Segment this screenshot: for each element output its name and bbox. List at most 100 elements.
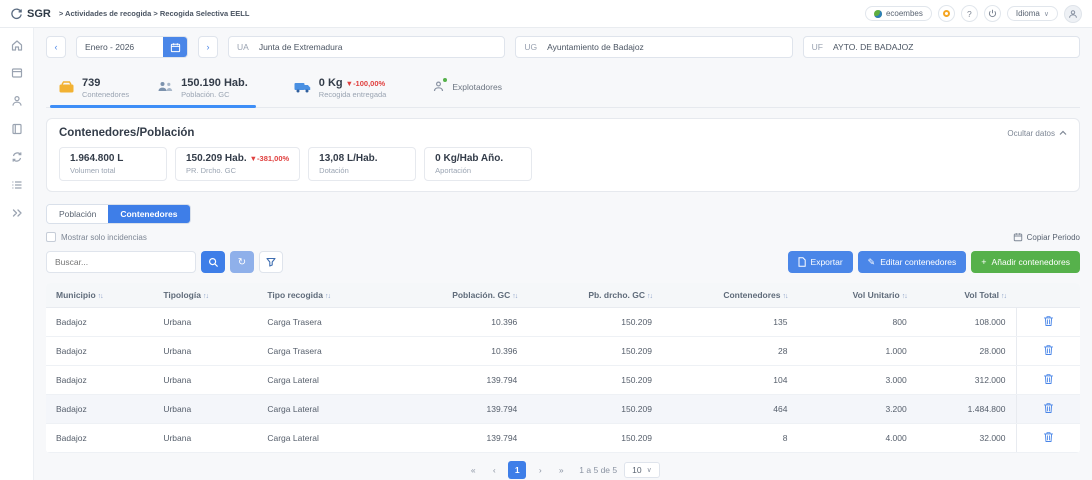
copy-period-button[interactable]: Copiar Periodo bbox=[1013, 232, 1080, 242]
page-1-button[interactable]: 1 bbox=[508, 461, 526, 479]
refresh-button[interactable]: ↻ bbox=[230, 251, 254, 273]
column-header[interactable]: Pb. drcho. GC↑↓ bbox=[527, 283, 662, 308]
next-page-button[interactable]: › bbox=[533, 462, 547, 478]
logout-button[interactable] bbox=[984, 5, 1001, 22]
pencil-icon: ✎ bbox=[868, 257, 876, 268]
sync-icon bbox=[10, 150, 24, 164]
prev-page-button[interactable]: ‹ bbox=[487, 462, 501, 478]
app-logo[interactable]: SGR bbox=[10, 7, 51, 20]
filter-button[interactable] bbox=[259, 251, 283, 273]
cell-municipio: Badajoz bbox=[46, 424, 153, 453]
language-selector[interactable]: Idioma ∨ bbox=[1007, 6, 1058, 21]
last-page-button[interactable]: » bbox=[554, 462, 568, 478]
cell-contenedores: 104 bbox=[662, 366, 797, 395]
tab-contenedores[interactable]: Contenedores bbox=[108, 205, 189, 223]
column-header[interactable]: Vol Total↑↓ bbox=[917, 283, 1016, 308]
search-button[interactable] bbox=[201, 251, 225, 273]
ug-field[interactable]: UG Ayuntamiento de Badajoz bbox=[515, 36, 792, 58]
row-actions-cell bbox=[1016, 337, 1080, 366]
hide-data-button[interactable]: Ocultar datos bbox=[1007, 129, 1067, 138]
column-header[interactable]: Tipo recogida↑↓ bbox=[257, 283, 390, 308]
calendar-button[interactable] bbox=[163, 36, 187, 58]
cell-vol-total: 32.000 bbox=[917, 424, 1016, 453]
trash-icon bbox=[1043, 344, 1054, 356]
sidebar-item-inventory[interactable] bbox=[10, 66, 24, 80]
container-icon bbox=[58, 80, 75, 94]
delete-row-button[interactable] bbox=[1043, 344, 1054, 356]
edit-containers-button[interactable]: ✎ Editar contenedores bbox=[858, 251, 967, 273]
sort-icon[interactable]: ↑↓ bbox=[325, 293, 330, 300]
sort-icon[interactable]: ↑↓ bbox=[512, 293, 517, 300]
options-row: Mostrar solo incidencias Copiar Periodo bbox=[46, 232, 1080, 242]
sort-icon[interactable]: ↑↓ bbox=[902, 293, 907, 300]
containers-label: Contenedores bbox=[82, 90, 129, 99]
sidebar-item-list[interactable] bbox=[10, 178, 24, 192]
sgr-logo-icon bbox=[10, 7, 23, 20]
app-logo-text: SGR bbox=[27, 8, 51, 20]
sidebar-item-users[interactable] bbox=[10, 94, 24, 108]
ua-value: Junta de Extremadura bbox=[259, 42, 343, 52]
column-header[interactable]: Contenedores↑↓ bbox=[662, 283, 797, 308]
sort-icon[interactable]: ↑↓ bbox=[98, 293, 103, 300]
first-page-button[interactable]: « bbox=[466, 462, 480, 478]
sidebar-item-reports[interactable] bbox=[10, 122, 24, 136]
breadcrumb[interactable]: > Actividades de recogida > Recogida Sel… bbox=[59, 9, 250, 18]
sort-icon[interactable]: ↑↓ bbox=[782, 293, 787, 300]
language-label: Idioma bbox=[1016, 9, 1040, 18]
previous-period-button[interactable]: ‹ bbox=[46, 36, 66, 58]
sort-icon[interactable]: ↑↓ bbox=[203, 293, 208, 300]
containers-population-panel: Contenedores/Población Ocultar datos 1.9… bbox=[46, 118, 1080, 192]
population-label: Población. GC bbox=[181, 90, 248, 99]
delete-row-button[interactable] bbox=[1043, 315, 1054, 327]
top-bar: SGR > Actividades de recogida > Recogida… bbox=[0, 0, 1092, 28]
cell-poblaci-n-gc: 10.396 bbox=[390, 337, 527, 366]
cell-vol-unitario: 4.000 bbox=[797, 424, 916, 453]
ua-field[interactable]: UA Junta de Extremadura bbox=[228, 36, 505, 58]
cell-contenedores: 135 bbox=[662, 308, 797, 337]
incidences-checkbox[interactable]: Mostrar solo incidencias bbox=[46, 232, 147, 242]
summary-tab-contenedores-poblacion[interactable]: 739 Contenedores 150.190 Hab. Población.… bbox=[50, 70, 256, 107]
table-row: BadajozUrbanaCarga Trasera10.396150.2091… bbox=[46, 308, 1080, 337]
delete-row-button[interactable] bbox=[1043, 373, 1054, 385]
delete-row-button[interactable] bbox=[1043, 431, 1054, 443]
delete-row-button[interactable] bbox=[1043, 402, 1054, 414]
row-actions-cell bbox=[1016, 424, 1080, 453]
add-containers-button[interactable]: + Añadir contenedores bbox=[971, 251, 1080, 273]
column-header[interactable]: Tipología↑↓ bbox=[153, 283, 257, 308]
pagination: « ‹ 1 › » 1 a 5 de 5 10 ∨ bbox=[46, 461, 1080, 480]
column-header[interactable]: Municipio↑↓ bbox=[46, 283, 153, 308]
cell-tipo-recogida: Carga Lateral bbox=[257, 424, 390, 453]
table-body: BadajozUrbanaCarga Trasera10.396150.2091… bbox=[46, 308, 1080, 453]
page-size-select[interactable]: 10 ∨ bbox=[624, 462, 660, 478]
column-header[interactable]: Vol Unitario↑↓ bbox=[797, 283, 916, 308]
search-input[interactable] bbox=[46, 251, 196, 273]
cell-vol-total: 312.000 bbox=[917, 366, 1016, 395]
help-button[interactable]: ? bbox=[961, 5, 978, 22]
period-input[interactable] bbox=[77, 42, 163, 52]
summary-tab-explotadores[interactable]: Explotadores bbox=[424, 70, 510, 107]
uf-field[interactable]: UF AYTO. DE BADAJOZ bbox=[803, 36, 1080, 58]
cell-municipio: Badajoz bbox=[46, 308, 153, 337]
avatar[interactable] bbox=[1064, 5, 1082, 23]
sidebar-item-sync[interactable] bbox=[10, 150, 24, 164]
table-header-row: Municipio↑↓Tipología↑↓Tipo recogida↑↓Pob… bbox=[46, 283, 1080, 308]
ecoembes-badge[interactable]: ecoembes bbox=[865, 6, 932, 21]
user-icon bbox=[1068, 9, 1078, 19]
next-period-button[interactable]: › bbox=[198, 36, 218, 58]
notifications-button[interactable] bbox=[938, 5, 955, 22]
period-picker bbox=[76, 36, 188, 58]
export-button[interactable]: Exportar bbox=[788, 251, 853, 273]
sidebar-item-home[interactable] bbox=[10, 38, 24, 52]
table-row: BadajozUrbanaCarga Trasera10.396150.2092… bbox=[46, 337, 1080, 366]
sort-icon[interactable]: ↑↓ bbox=[647, 293, 652, 300]
summary-tab-recogida[interactable]: 0 Kg▼-100,00% Recogida entregada bbox=[286, 70, 395, 107]
collection-label: Recogida entregada bbox=[319, 90, 387, 99]
list-icon bbox=[10, 178, 24, 192]
cell-pb-drcho-gc: 150.209 bbox=[527, 395, 662, 424]
tab-poblacion[interactable]: Población bbox=[47, 205, 108, 223]
cell-vol-total: 1.484.800 bbox=[917, 395, 1016, 424]
column-header[interactable]: Población. GC↑↓ bbox=[390, 283, 527, 308]
cell-vol-unitario: 800 bbox=[797, 308, 916, 337]
sidebar-expand-button[interactable] bbox=[10, 206, 24, 220]
sort-icon[interactable]: ↑↓ bbox=[1001, 293, 1006, 300]
